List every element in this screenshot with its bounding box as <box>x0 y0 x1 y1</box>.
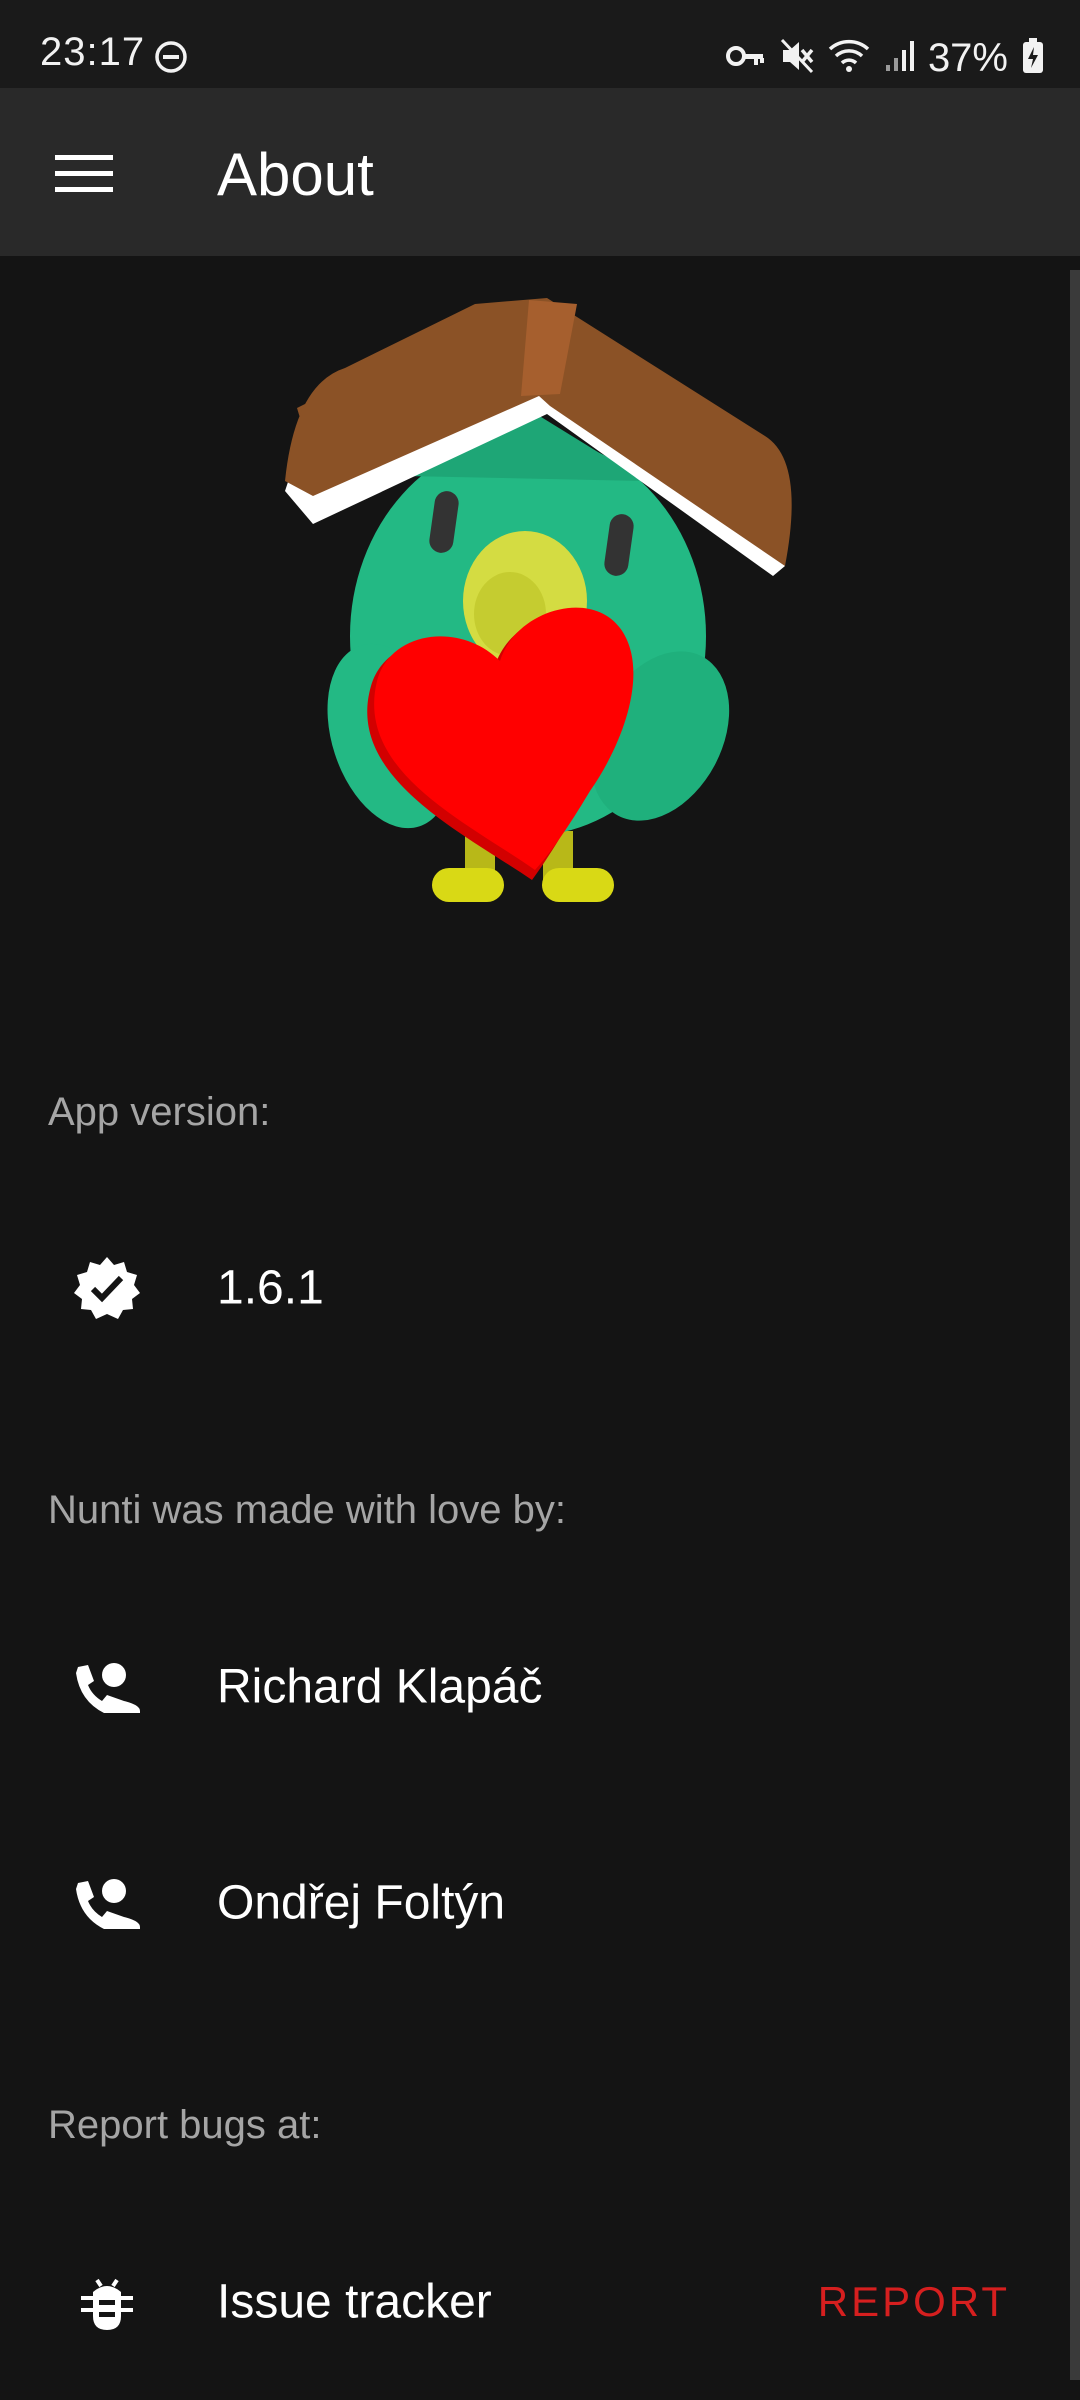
status-bar: 23:17 37% <box>0 0 1080 88</box>
author-name: Richard Klapáč <box>217 1660 543 1714</box>
scrollbar[interactable] <box>1070 270 1080 2380</box>
author-row: Ondřej Foltýn <box>0 1828 1060 1978</box>
bugs-section-header: Report bugs at: <box>48 2103 322 2147</box>
hamburger-menu-icon[interactable] <box>36 134 132 214</box>
vpn-key-icon <box>725 43 766 74</box>
bug-icon <box>72 2267 142 2337</box>
battery-charging-icon <box>1022 37 1044 79</box>
verified-badge-icon <box>72 1253 142 1323</box>
wifi-icon <box>828 39 870 78</box>
page-title: About <box>217 141 374 208</box>
nunti-mascot-illustration <box>285 296 795 906</box>
battery-percent: 37% <box>927 35 1008 80</box>
contact-person-icon <box>72 1868 142 1938</box>
issue-tracker-row: Issue tracker REPORT <box>0 2227 1060 2377</box>
signal-icon <box>884 39 914 78</box>
author-row: Richard Klapáč <box>0 1612 1060 1762</box>
version-section-header: App version: <box>48 1090 271 1134</box>
issue-tracker-label: Issue tracker <box>217 2275 492 2329</box>
app-version-value: 1.6.1 <box>217 1261 324 1315</box>
report-button[interactable]: REPORT <box>818 2278 1010 2326</box>
version-row: 1.6.1 <box>0 1213 1060 1363</box>
do-not-disturb-icon <box>154 40 188 79</box>
authors-section-header: Nunti was made with love by: <box>48 1488 567 1532</box>
status-time: 23:17 <box>40 30 146 74</box>
author-name: Ondřej Foltýn <box>217 1876 506 1930</box>
mute-icon <box>780 38 814 79</box>
app-bar: About <box>0 88 1080 256</box>
contact-person-icon <box>72 1652 142 1722</box>
